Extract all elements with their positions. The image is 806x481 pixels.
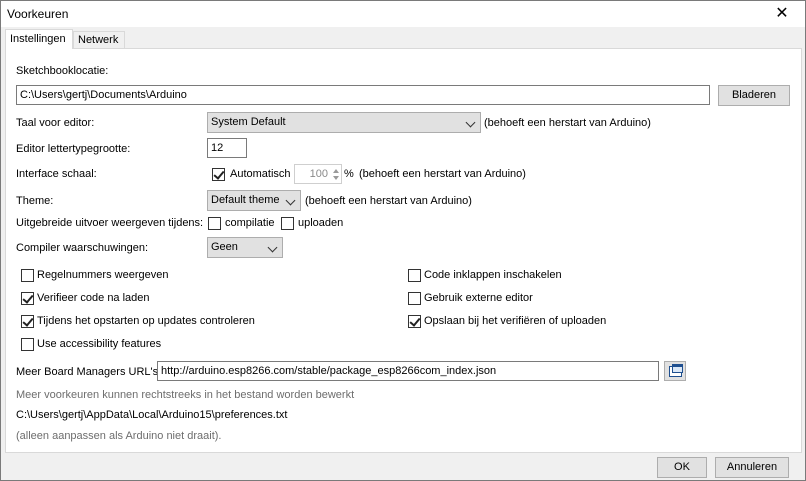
chevron-down-icon <box>465 117 476 128</box>
interface-scale-note: (behoeft een herstart van Arduino) <box>359 168 526 180</box>
line-numbers-label: Regelnummers weergeven <box>37 269 169 281</box>
editor-language-value: System Default <box>211 116 286 128</box>
save-on-verify-checkbox[interactable] <box>408 315 421 328</box>
interface-scale-label: Interface schaal: <box>16 168 97 180</box>
check-updates-label: Tijdens het opstarten op updates control… <box>37 315 255 327</box>
scale-unit: % <box>344 168 354 180</box>
external-editor-checkbox[interactable] <box>408 292 421 305</box>
tab-netwerk[interactable]: Netwerk <box>73 31 125 48</box>
window-title: Voorkeuren <box>7 7 69 21</box>
accessibility-checkbox[interactable] <box>21 338 34 351</box>
compiler-warnings-value: Geen <box>211 241 238 253</box>
browse-button[interactable]: Bladeren <box>718 85 790 106</box>
edit-urls-button[interactable] <box>664 361 686 381</box>
spin-down-icon[interactable] <box>333 176 339 180</box>
scale-value: 100 <box>309 168 328 180</box>
compiler-warnings-label: Compiler waarschuwingen: <box>16 242 149 254</box>
verify-after-upload-checkbox[interactable] <box>21 292 34 305</box>
editor-language-label: Taal voor editor: <box>16 117 95 129</box>
prefs-edit-hint: (alleen aanpassen als Arduino niet draai… <box>16 430 222 442</box>
tab-instellingen[interactable]: Instellingen <box>5 29 73 49</box>
verbose-upload-label: uploaden <box>298 217 344 229</box>
close-icon[interactable]: ✕ <box>759 1 805 27</box>
sketchbook-label: Sketchbooklocatie: <box>16 65 109 77</box>
prefs-file-path[interactable]: C:\Users\gertj\AppData\Local\Arduino15\p… <box>16 409 287 421</box>
settings-panel: Sketchbooklocatie: C:\Users\gertj\Docume… <box>5 48 802 453</box>
title-bar: Voorkeuren ✕ <box>1 1 805 27</box>
spin-up-icon[interactable] <box>333 169 339 173</box>
scale-spinner[interactable]: 100 <box>294 164 342 184</box>
verify-after-upload-label: Verifieer code na laden <box>37 292 150 304</box>
board-urls-input[interactable]: http://arduino.esp8266.com/stable/packag… <box>157 361 659 381</box>
window-overlay-icon <box>672 364 683 373</box>
editor-language-select[interactable]: System Default <box>207 112 481 133</box>
code-folding-checkbox[interactable] <box>408 269 421 282</box>
auto-scale-label: Automatisch <box>230 168 291 180</box>
ok-button[interactable]: OK <box>657 457 707 478</box>
save-on-verify-label: Opslaan bij het verifiëren of uploaden <box>424 315 607 327</box>
preferences-window: Voorkeuren ✕ Instellingen Netwerk Sketch… <box>0 0 806 481</box>
sketchbook-path-input[interactable]: C:\Users\gertj\Documents\Arduino <box>16 85 710 105</box>
code-folding-label: Code inklappen inschakelen <box>424 269 562 281</box>
theme-select[interactable]: Default theme <box>207 190 301 211</box>
more-prefs-note: Meer voorkeuren kunnen rechtstreeks in h… <box>16 389 355 401</box>
theme-note: (behoeft een herstart van Arduino) <box>305 195 472 207</box>
accessibility-label: Use accessibility features <box>37 338 162 350</box>
auto-scale-checkbox[interactable] <box>212 168 225 181</box>
font-size-label: Editor lettertypegrootte: <box>16 143 131 155</box>
font-size-input[interactable]: 12 <box>207 138 247 158</box>
board-urls-label: Meer Board Managers URL's: <box>16 366 162 378</box>
theme-label: Theme: <box>16 195 54 207</box>
verbose-label: Uitgebreide uitvoer weergeven tijdens: <box>16 217 204 229</box>
verbose-compile-label: compilatie <box>225 217 275 229</box>
compiler-warnings-select[interactable]: Geen <box>207 237 283 258</box>
chevron-down-icon <box>267 242 278 253</box>
theme-value: Default theme <box>211 194 280 206</box>
verbose-upload-checkbox[interactable] <box>281 217 294 230</box>
cancel-button[interactable]: Annuleren <box>715 457 789 478</box>
verbose-compile-checkbox[interactable] <box>208 217 221 230</box>
chevron-down-icon <box>285 195 296 206</box>
editor-language-note: (behoeft een herstart van Arduino) <box>484 117 651 129</box>
external-editor-label: Gebruik externe editor <box>424 292 533 304</box>
line-numbers-checkbox[interactable] <box>21 269 34 282</box>
dialog-footer: OK Annuleren <box>1 453 805 480</box>
check-updates-checkbox[interactable] <box>21 315 34 328</box>
